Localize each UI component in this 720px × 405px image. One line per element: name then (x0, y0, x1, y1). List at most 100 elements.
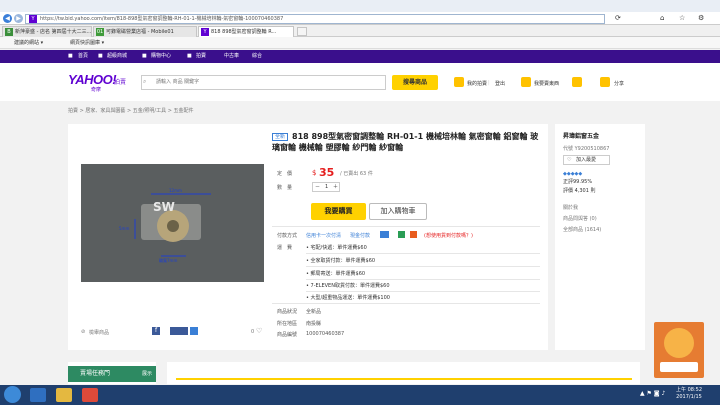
taskbar-ie-icon[interactable] (30, 388, 46, 402)
report-icon: ⊘ (81, 329, 86, 335)
report-link[interactable]: 檢舉商品 (89, 329, 109, 336)
cart-icon[interactable] (572, 77, 582, 87)
payment-cash[interactable]: 現金付款 (350, 232, 370, 239)
forward-icon[interactable]: ▶ (14, 14, 23, 23)
qty-plus-button[interactable]: ＋ (333, 183, 338, 191)
nav-item-usedcar[interactable]: 中古車 (224, 50, 239, 63)
store-sidebar-header[interactable]: 賣場任務門 展示 (68, 366, 156, 382)
line-share-icon[interactable] (190, 327, 198, 335)
seller-rating-count[interactable]: 評價 4,301 則 (563, 187, 596, 194)
favorite-link[interactable]: 建議的網站 ▾ (14, 37, 43, 49)
home-icon[interactable]: ⌂ (660, 14, 664, 22)
nav-item-shopping-icon: ■ (142, 53, 147, 59)
taskbar-clock[interactable]: 上午 08:52 2017/1/15 (676, 387, 702, 401)
price-currency: $ (312, 169, 317, 177)
breadcrumb[interactable]: 拍賣 > 居家、家具與園藝 > 五金/照明/工具 > 五金配件 (68, 107, 193, 114)
divider (272, 303, 540, 304)
nav-item-mall[interactable]: 超級商城 (107, 50, 127, 63)
auction-label: 拍賣 (114, 79, 127, 86)
promo-widget[interactable] (654, 322, 704, 378)
my-auction-link[interactable]: 我的拍賣 (467, 80, 487, 87)
settings-gear-icon[interactable]: ⚙ (698, 14, 704, 22)
follow-button[interactable]: ♡ 加入最愛 (563, 155, 610, 165)
share-link[interactable]: 分享 (614, 80, 624, 87)
quantity-stepper[interactable]: － 1 ＋ (312, 182, 340, 192)
logout-link[interactable]: 登出 (495, 80, 505, 87)
favorite-link[interactable]: 網頁快訊圖庫 ▾ (70, 37, 104, 49)
store-sidebar-more[interactable]: 展示 (142, 366, 152, 382)
divider (306, 279, 540, 280)
add-to-cart-button[interactable]: 加入購物車 (369, 203, 427, 220)
taskbar-explorer-icon[interactable] (56, 388, 72, 402)
description-panel (167, 362, 640, 384)
start-button[interactable] (4, 386, 21, 403)
tray-icons[interactable]: ▲ ⚑ ◙ ♪ (640, 390, 665, 397)
nav-item-auction[interactable]: 拍賣 (196, 50, 206, 63)
family-mart-icon (398, 231, 405, 238)
price-label: 定 價 (277, 171, 293, 177)
tab-1[interactable]: B 新萍豪盛 - 店名 第四屆十大二三... (2, 26, 92, 37)
yahoo-logo[interactable]: YAHOO! (68, 72, 117, 87)
heart-icon: ♡ (567, 157, 572, 163)
nav-item-more[interactable]: 綜合 (252, 50, 262, 63)
tab-favicon: 01 (96, 28, 104, 36)
sell-link[interactable]: 我要賣東西 (534, 80, 559, 87)
cod-link[interactable]: (想使用貨到付款嗎？) (424, 232, 473, 239)
payment-credit-card[interactable]: 信用卡一次付清 (306, 232, 341, 239)
tab-2[interactable]: 01 可錄電磁營業店福 - Mobile01 (93, 26, 197, 37)
watermark-text: SW (153, 200, 175, 214)
seller-link-qa[interactable]: 商品問與答 (0) (563, 215, 597, 222)
seller-link-all[interactable]: 全部商品 (1614) (563, 226, 601, 233)
heart-icon[interactable]: ♡ (256, 327, 262, 335)
seller-rating-pct: 正評99.95% (563, 179, 593, 185)
product-photo[interactable]: SW 12mm 5mm 輪寬7mm (81, 164, 264, 282)
divider (306, 253, 540, 254)
facebook-icon[interactable]: f (152, 327, 160, 335)
divider (272, 226, 540, 227)
item-id-label: 商品編號 (277, 332, 298, 338)
photo-label: 輪寬7mm (159, 258, 178, 263)
qty-value[interactable]: 1 (325, 183, 328, 191)
qty-minus-button[interactable]: － (315, 183, 320, 191)
promo-banner (660, 362, 698, 372)
shipping-option: • 宅配/快遞：單件運費$60 (306, 245, 367, 251)
back-icon[interactable]: ◀ (3, 14, 12, 23)
new-tab-button[interactable] (297, 27, 307, 36)
search-input[interactable]: 請輸入 商品 關鍵字 (141, 75, 386, 90)
divider (306, 291, 540, 292)
seller-id: 代號 Y9200510867 (563, 146, 610, 152)
nav-home-icon[interactable]: ■ (68, 50, 73, 63)
url-input[interactable]: https://tw.bid.yahoo.com/item/818-898型氣密… (25, 14, 605, 24)
tab-favicon: Y (201, 28, 209, 36)
share-icon[interactable] (600, 77, 610, 87)
search-button[interactable]: 搜尋商品 (392, 75, 438, 90)
windows-taskbar (0, 385, 720, 405)
favorites-star-icon[interactable]: ☆ (679, 14, 685, 22)
sell-icon (521, 77, 531, 87)
tab-favicon: B (5, 28, 13, 36)
shipping-option-text: 郵局寄送：單件運費$60 (310, 271, 366, 277)
my-auction-icon (454, 77, 464, 87)
buy-button[interactable]: 我要購買 (311, 203, 366, 220)
favorites-bar: 建議的網站 ▾ 網頁快訊圖庫 ▾ (0, 37, 720, 49)
shipping-option: • 大型/超重物品運送：單件運費$100 (306, 295, 390, 301)
photo-label: 5mm (119, 226, 130, 231)
browser-titlebar (0, 0, 720, 12)
facebook-share-button[interactable] (170, 327, 188, 335)
nav-item-home[interactable]: 首頁 (78, 50, 88, 63)
nav-item-shopping[interactable]: 購物中心 (151, 50, 171, 63)
qty-label: 數 量 (277, 185, 293, 191)
tab-3[interactable]: Y 818 898型氣密窗調整輪 R... (198, 26, 294, 37)
status-label: 商品狀況 (277, 309, 298, 315)
shipping-option: • 郵局寄送：單件運費$60 (306, 271, 366, 277)
tab-label: 新萍豪盛 - 店名 第四屆十大二三... (15, 29, 92, 35)
site-favicon: Y (29, 15, 37, 23)
seller-link-about[interactable]: 關於我 (563, 204, 578, 211)
tab-label: 818 898型氣密窗調整輪 R... (211, 29, 277, 35)
refresh-icon[interactable]: ⟳ (615, 14, 621, 22)
link-divider: | (488, 80, 490, 86)
seven-eleven-icon (410, 231, 417, 238)
seller-name[interactable]: 昇瑋鋁窗五金 (563, 131, 599, 140)
taskbar-chrome-icon[interactable] (82, 388, 98, 402)
condition-badge: 全新 (272, 133, 289, 141)
